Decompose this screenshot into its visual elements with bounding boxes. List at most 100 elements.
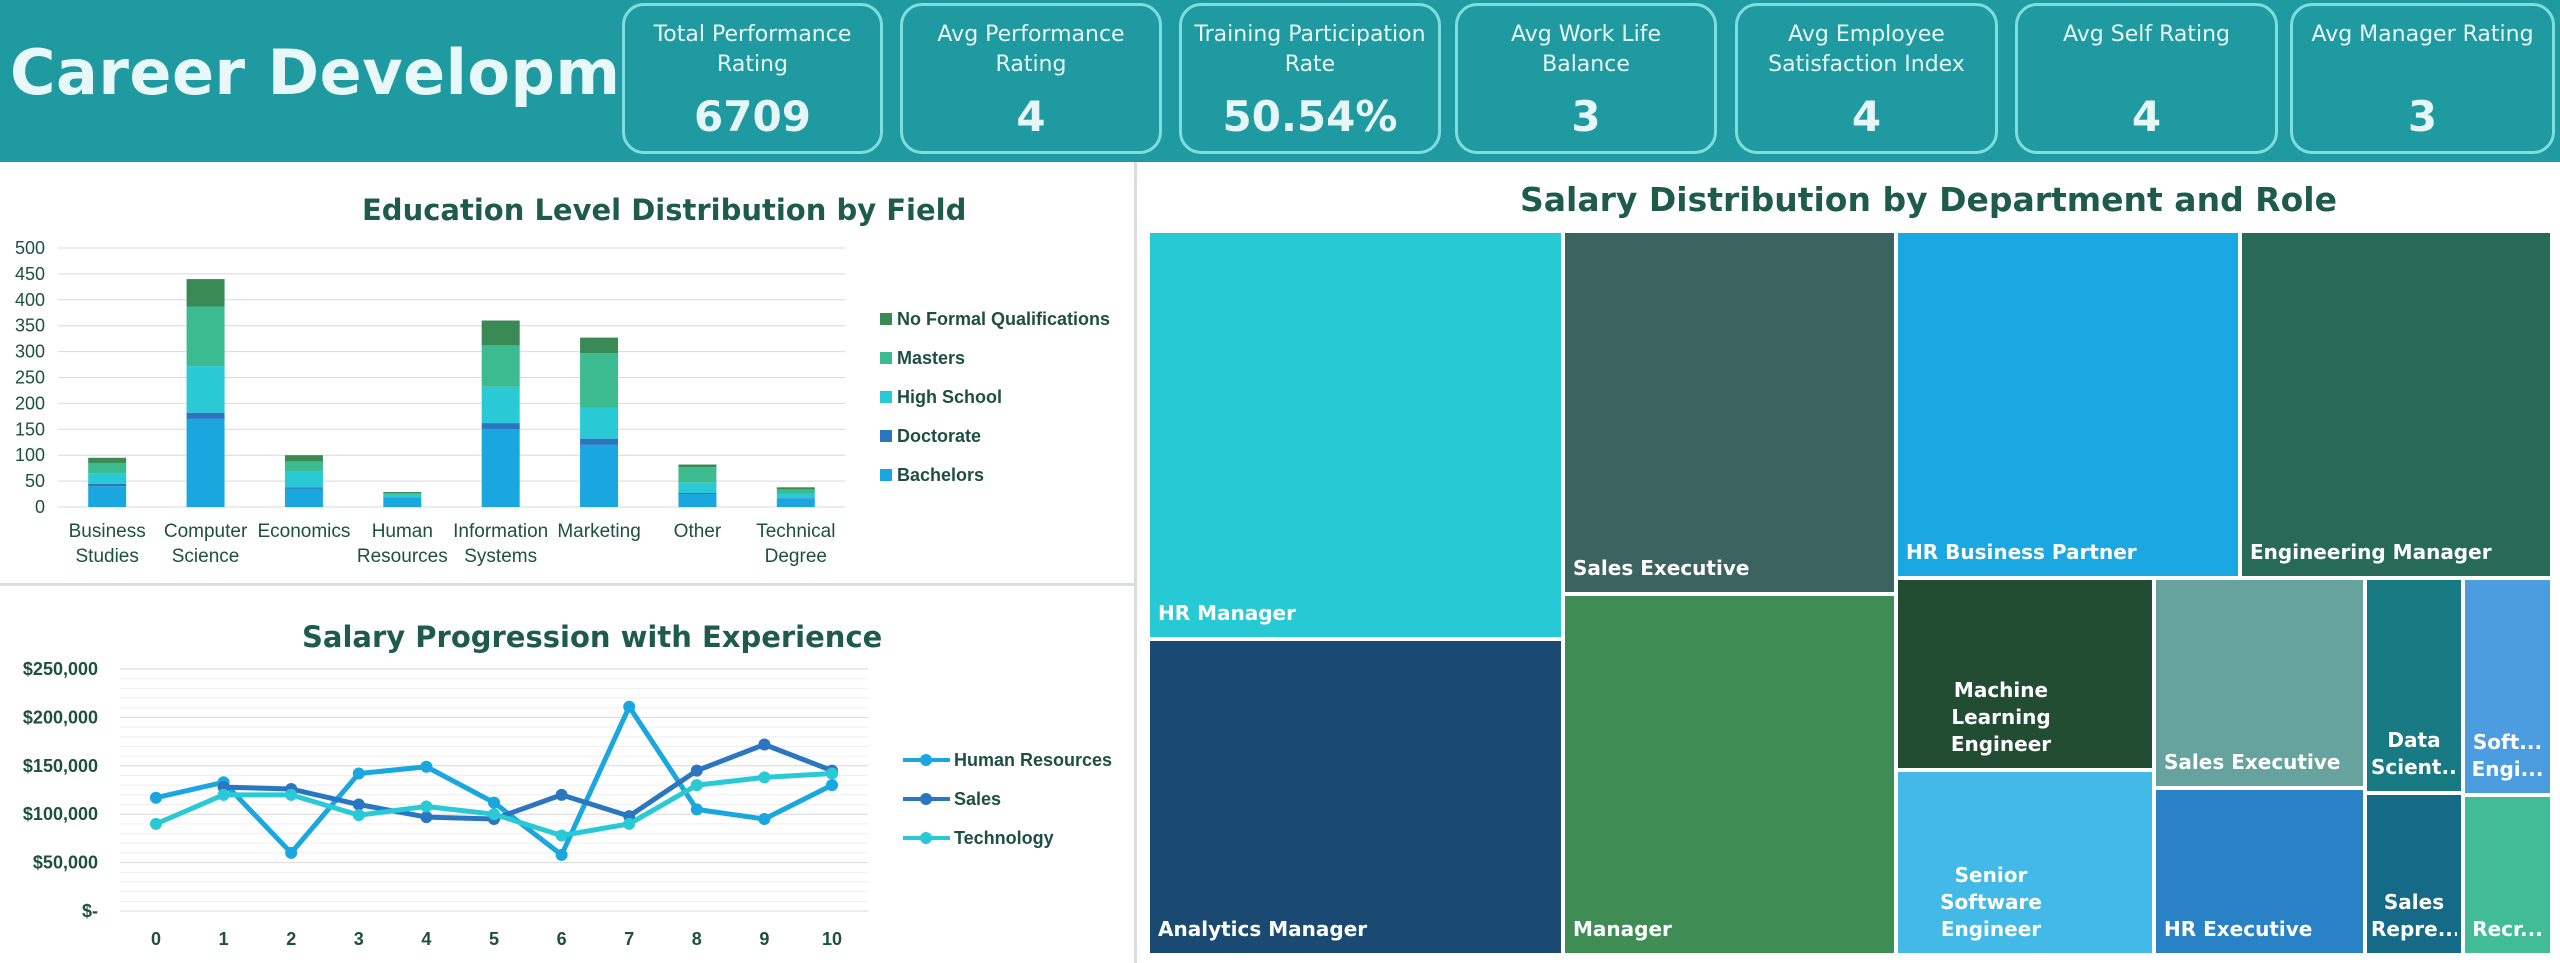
kpi-card-avg-work-life-balance: Avg Work Life Balance 3 <box>1455 3 1717 154</box>
treemap-cell-hr-business-partner[interactable]: HR Business Partner <box>1896 231 2240 578</box>
treemap-cell-data-scientist[interactable]: Data Scient... <box>2365 578 2463 793</box>
treemap-cell-sales-executive-2[interactable]: Sales Executive <box>2154 578 2365 788</box>
treemap-cell-hr-manager[interactable]: HR Manager <box>1148 231 1563 639</box>
kpi-value: 3 <box>2407 92 2438 141</box>
data-point <box>420 760 433 773</box>
legend-marker <box>920 754 932 766</box>
treemap-cell-label: Senior Software Engineer <box>1940 863 2042 941</box>
data-point <box>826 779 838 792</box>
data-point <box>150 817 162 830</box>
kpi-card-avg-performance-rating: Avg Performance Rating 4 <box>900 3 1162 154</box>
bar-segment <box>284 455 323 462</box>
kpi-label: Avg Performance Rating <box>937 22 1125 77</box>
x-tick-label: Human <box>372 521 433 542</box>
kpi-label: Total Performance Rating <box>653 22 852 77</box>
y-tick-label: 250 <box>15 368 45 388</box>
salary-treemap: HR Manager Analytics Manager Sales Execu… <box>1148 231 2552 955</box>
y-tick-label: $150,000 <box>23 756 98 776</box>
legend-swatch <box>880 430 892 442</box>
panel-divider-horizontal <box>0 583 1134 586</box>
x-tick-label: 8 <box>692 929 702 949</box>
y-tick-label: 0 <box>35 497 45 517</box>
kpi-card-avg-self-rating: Avg Self Rating 4 <box>2015 3 2278 154</box>
bar-segment <box>481 345 520 387</box>
x-tick-label: 5 <box>489 929 499 949</box>
treemap-cell-senior-software-engineer[interactable]: Senior Software Engineer <box>1896 770 2154 955</box>
bar-segment <box>186 306 225 367</box>
x-tick-label: Systems <box>464 546 537 567</box>
bar-segment <box>678 464 717 468</box>
legend-marker <box>920 793 932 805</box>
bar-segment <box>383 497 422 507</box>
legend-marker <box>920 832 932 844</box>
data-point <box>826 767 838 780</box>
y-tick-label: $100,000 <box>23 804 98 824</box>
treemap-title: Salary Distribution by Department and Ro… <box>1520 180 2337 219</box>
legend-label: Bachelors <box>897 465 984 485</box>
salary-progression-chart: $- $50,000 $100,000 $150,000 $200,000 $250,00… <box>23 659 1112 949</box>
treemap-cell-machine-learning-engineer[interactable]: Machine Learning Engineer <box>1896 578 2154 770</box>
y-tick-label: 400 <box>15 290 45 310</box>
bar-segment <box>88 457 127 463</box>
x-tick-label: Other <box>674 521 722 542</box>
treemap-cell-analytics-manager[interactable]: Analytics Manager <box>1148 639 1563 955</box>
x-tick-label: 9 <box>759 929 769 949</box>
bar-segment <box>776 487 815 490</box>
x-tick-label: Computer <box>164 521 248 542</box>
treemap-cell-label: Soft... Engi... <box>2471 730 2544 781</box>
legend-swatch <box>880 391 892 403</box>
treemap-cell-hr-executive[interactable]: HR Executive <box>2154 788 2365 955</box>
x-tick-label: Technical <box>756 521 835 542</box>
bar-segment <box>284 471 323 488</box>
bar-segment <box>383 494 422 498</box>
bar-segment <box>481 320 520 346</box>
treemap-cell-software-engineer[interactable]: Soft... Engi... <box>2463 578 2552 795</box>
treemap-cell-recruiter[interactable]: Recr... <box>2463 795 2552 955</box>
salary-progression-chart-title: Salary Progression with Experience <box>302 620 883 654</box>
x-tick-label: 10 <box>822 929 842 949</box>
treemap-cell-engineering-manager[interactable]: Engineering Manager <box>2240 231 2552 578</box>
data-point <box>420 800 433 813</box>
bar-segment <box>580 407 619 439</box>
bar-segment <box>186 279 225 307</box>
legend-label: Doctorate <box>897 426 981 446</box>
bar-segment <box>284 487 323 489</box>
data-point <box>285 788 298 801</box>
x-tick-label: Degree <box>765 546 827 567</box>
treemap-cell-sales-executive[interactable]: Sales Executive <box>1563 231 1896 594</box>
treemap-cell-manager[interactable]: Manager <box>1563 594 1896 955</box>
y-tick-label: 200 <box>15 393 45 413</box>
data-point <box>150 791 162 804</box>
y-tick-label: 50 <box>25 471 45 491</box>
legend-label: No Formal Qualifications <box>897 309 1110 329</box>
bar-segment <box>383 493 422 495</box>
treemap-cell-label: Sales Executive <box>2164 750 2341 774</box>
bar-segment <box>383 497 422 498</box>
panel-divider-vertical <box>1134 162 1137 963</box>
bar-segment <box>678 493 717 495</box>
data-point <box>758 813 771 826</box>
bar-segment <box>88 462 127 474</box>
bar-segment <box>580 444 619 507</box>
kpi-card-training-participation-rate: Training Participation Rate 50.54% <box>1179 3 1441 154</box>
y-tick-label: $50,000 <box>33 853 98 873</box>
kpi-value: 6709 <box>694 92 811 141</box>
legend-swatch <box>880 313 892 325</box>
bar-segment <box>580 353 619 408</box>
data-point <box>555 848 568 861</box>
y-tick-label: $250,000 <box>23 659 98 679</box>
treemap-cell-label: HR Business Partner <box>1906 540 2137 564</box>
data-point <box>488 808 500 821</box>
x-tick-label: 0 <box>151 929 161 949</box>
x-tick-label: Economics <box>257 521 350 542</box>
bar-segment <box>481 423 520 430</box>
treemap-cell-sales-representative[interactable]: Sales Repre... <box>2365 793 2463 955</box>
data-point <box>758 738 771 751</box>
kpi-value: 3 <box>1571 92 1601 141</box>
legend-swatch <box>880 469 892 481</box>
data-point <box>488 796 500 809</box>
bar-segment <box>186 418 225 507</box>
bar-segment <box>678 482 717 494</box>
treemap-cell-label: Recr... <box>2472 917 2543 941</box>
kpi-label: Avg Self Rating <box>2062 22 2231 47</box>
